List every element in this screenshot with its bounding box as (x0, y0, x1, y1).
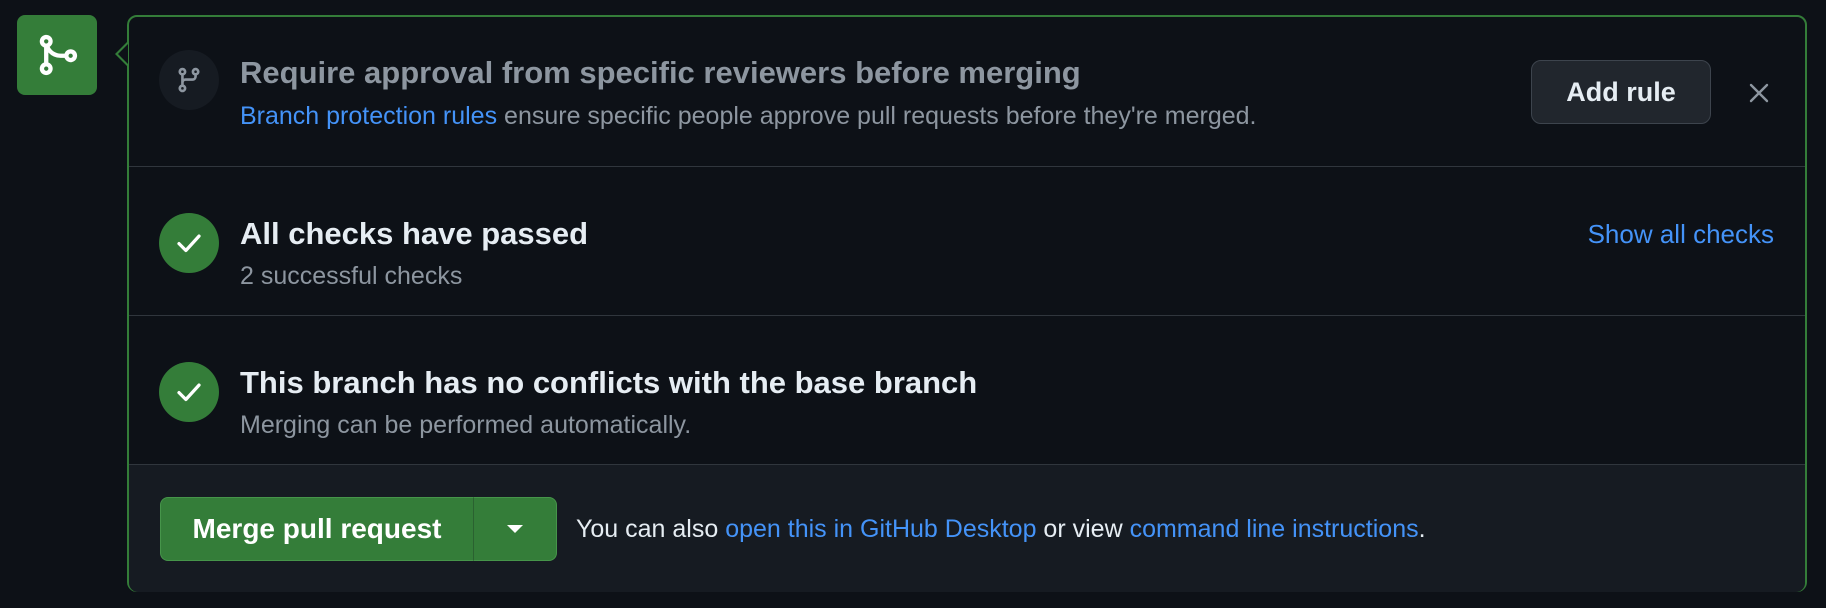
merge-actions-section: Merge pull request You can also open thi… (129, 465, 1805, 592)
protection-description: Branch protection rules ensure specific … (240, 102, 1256, 131)
protection-title: Require approval from specific reviewers… (240, 55, 1081, 90)
merge-pull-request-button[interactable]: Merge pull request (160, 497, 473, 561)
show-all-checks-link[interactable]: Show all checks (1588, 219, 1774, 250)
conflicts-section: This branch has no conflicts with the ba… (129, 316, 1805, 465)
check-icon (177, 234, 201, 253)
dismiss-button[interactable] (1744, 78, 1774, 108)
period-text: . (1418, 515, 1426, 543)
conflicts-status-circle (159, 362, 219, 422)
checks-subtitle: 2 successful checks (240, 262, 463, 290)
also-prefix: You can also (576, 515, 726, 543)
check-icon (177, 383, 201, 402)
checks-section: All checks have passed 2 successful chec… (129, 167, 1805, 316)
protection-description-text: ensure specific people approve pull requ… (497, 102, 1257, 130)
merge-method-dropdown-button[interactable] (473, 497, 557, 561)
triangle-down-icon (507, 525, 523, 533)
conflicts-title: This branch has no conflicts with the ba… (240, 365, 978, 400)
checks-status-circle (159, 213, 219, 273)
git-branch-icon (178, 67, 200, 93)
add-rule-button[interactable]: Add rule (1531, 60, 1711, 124)
or-view-text: or view (1036, 515, 1130, 543)
command-line-instructions-link[interactable]: command line instructions (1130, 515, 1419, 543)
checks-title: All checks have passed (240, 216, 589, 251)
branch-protection-section: Require approval from specific reviewers… (129, 17, 1805, 167)
close-icon (1749, 83, 1769, 103)
merge-alternatives-text: You can also open this in GitHub Desktop… (576, 515, 1426, 544)
merge-status-badge (17, 15, 97, 95)
conflicts-subtitle: Merging can be performed automatically. (240, 411, 692, 439)
callout-pointer-inner (118, 44, 128, 64)
github-desktop-link[interactable]: open this in GitHub Desktop (725, 515, 1036, 543)
branch-protection-rules-link[interactable]: Branch protection rules (240, 102, 497, 130)
merge-box: Require approval from specific reviewers… (127, 15, 1807, 592)
git-merge-icon (39, 34, 78, 76)
branch-icon-circle (159, 50, 219, 110)
